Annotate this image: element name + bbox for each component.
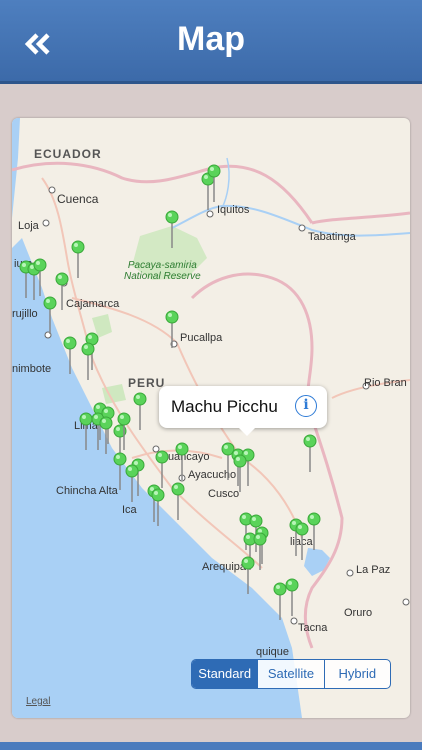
map-pin[interactable] xyxy=(253,532,267,572)
park-label: Pacaya-samiria National Reserve xyxy=(124,260,201,282)
map-pin[interactable] xyxy=(233,454,247,494)
map-pin[interactable] xyxy=(241,556,255,596)
map-pin[interactable] xyxy=(99,416,113,456)
map-type-control[interactable]: Standard Satellite Hybrid xyxy=(191,659,391,689)
map-type-standard[interactable]: Standard xyxy=(192,660,259,688)
bottom-bar xyxy=(0,742,422,750)
city-label-chincha-alta: Chincha Alta xyxy=(56,485,118,497)
map-pin[interactable] xyxy=(63,336,77,376)
map-pin[interactable] xyxy=(151,488,165,528)
city-label-tacna: Tacna xyxy=(298,622,328,634)
map-pin[interactable] xyxy=(171,482,185,522)
map-pin[interactable] xyxy=(55,272,69,312)
map-pin[interactable] xyxy=(285,578,299,618)
map-pin[interactable] xyxy=(175,442,189,482)
machu-picchu-callout[interactable]: Machu Picchu i xyxy=(159,386,327,436)
map-pin[interactable] xyxy=(207,164,221,204)
map-pin[interactable] xyxy=(307,512,321,552)
park-label-line-2: National Reserve xyxy=(124,271,201,282)
city-label-arequipa: Arequipa xyxy=(202,561,247,573)
city-label-ica: Ica xyxy=(122,504,137,516)
country-label-ecuador: ECUADOR xyxy=(34,147,102,161)
city-label-rio-branco: Rio Bran xyxy=(364,377,407,389)
city-label-iquitos: Iquitos xyxy=(217,204,250,216)
map-pin[interactable] xyxy=(71,240,85,280)
info-icon[interactable]: i xyxy=(295,395,317,417)
map-pin[interactable] xyxy=(117,412,131,452)
map-pin[interactable] xyxy=(125,464,139,504)
map-pin[interactable] xyxy=(165,310,179,350)
city-label-chimbote: nimbote xyxy=(12,363,52,375)
map-type-hybrid[interactable]: Hybrid xyxy=(325,660,390,688)
map-pin[interactable] xyxy=(303,434,317,474)
navigation-bar: Map xyxy=(0,0,422,84)
city-label-iquique: quique xyxy=(256,646,290,658)
map-type-satellite[interactable]: Satellite xyxy=(258,660,325,688)
callout-arrow xyxy=(239,428,255,436)
map-pin[interactable] xyxy=(81,342,95,382)
map-pin[interactable] xyxy=(43,296,57,336)
city-label-loja: Loja xyxy=(18,220,39,232)
map-pin[interactable] xyxy=(165,210,179,250)
city-label-cuenca: Cuenca xyxy=(57,192,99,206)
city-label-oruro: Oruro xyxy=(344,607,373,619)
map-pin[interactable] xyxy=(133,392,147,432)
city-label-pucallpa: Pucallpa xyxy=(180,332,223,344)
page-title: Map xyxy=(177,20,245,58)
city-label-trujillo: rujillo xyxy=(12,308,38,320)
city-label-la-paz: La Paz xyxy=(356,564,391,576)
park-label-line-1: Pacaya-samiria xyxy=(127,260,197,271)
city-label-tabatinga: Tabatinga xyxy=(308,231,356,243)
map-view[interactable]: ECUADOR PERU Cuenca Loja Iquitos Tabatin… xyxy=(12,118,410,718)
country-label-peru: PERU xyxy=(128,376,166,390)
callout-title: Machu Picchu xyxy=(171,397,278,416)
city-label-cajamarca: Cajamarca xyxy=(66,298,120,310)
legal-link[interactable]: Legal xyxy=(26,696,50,707)
map-pin[interactable] xyxy=(33,258,47,298)
